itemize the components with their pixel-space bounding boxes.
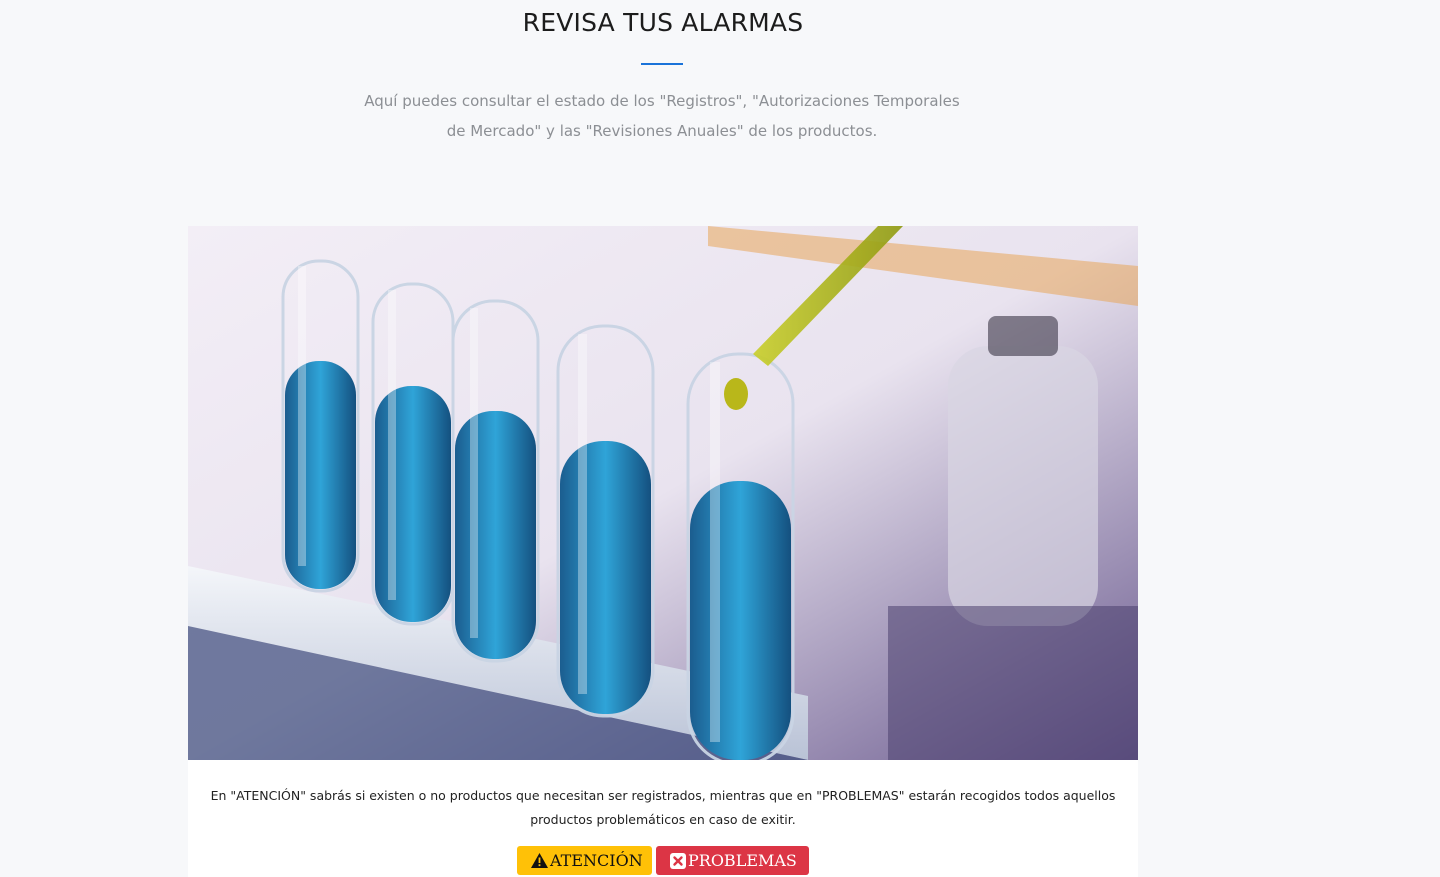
page: REVISA TUS ALARMAS Aquí puedes consultar… — [0, 0, 1440, 877]
attention-button[interactable]: ATENCIÓN — [517, 846, 652, 875]
test-tubes-image — [188, 226, 1138, 760]
card-description: En "ATENCIÓN" sabrás si existen o no pro… — [208, 784, 1118, 832]
card-description-line-2: productos problemáticos en caso de exiti… — [530, 812, 796, 827]
title-underline — [641, 63, 683, 65]
alarm-buttons: ATENCIÓN PROBLEMAS — [188, 846, 1138, 875]
subtitle-line-1: Aquí puedes consultar el estado de los "… — [364, 92, 960, 110]
problems-button[interactable]: PROBLEMAS — [656, 846, 809, 875]
card-description-line-1: En "ATENCIÓN" sabrás si existen o no pro… — [210, 788, 1116, 803]
section-subtitle: Aquí puedes consultar el estado de los "… — [362, 86, 962, 146]
attention-button-label: ATENCIÓN — [550, 851, 643, 870]
warning-triangle-icon — [531, 852, 548, 870]
close-box-icon — [670, 852, 686, 870]
page-title: REVISA TUS ALARMAS — [522, 8, 804, 37]
subtitle-line-2: de Mercado" y las "Revisiones Anuales" d… — [446, 122, 878, 140]
alarms-card: En "ATENCIÓN" sabrás si existen o no pro… — [188, 226, 1138, 877]
problems-button-label: PROBLEMAS — [688, 851, 797, 870]
